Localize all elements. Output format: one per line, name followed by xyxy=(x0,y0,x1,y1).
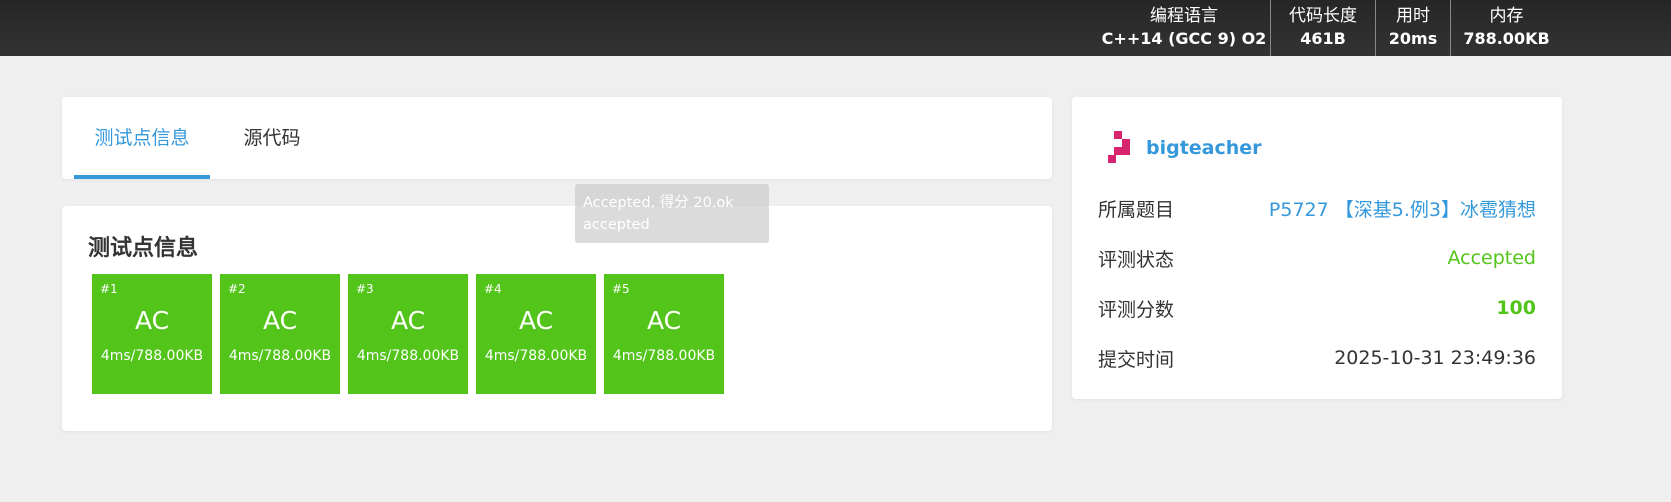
submit-time-label: 提交时间 xyxy=(1098,348,1175,371)
status-label: 评测状态 xyxy=(1098,248,1175,271)
test-case-time-memory: 4ms/788.00KB xyxy=(356,348,460,364)
test-case-time-memory: 4ms/788.00KB xyxy=(100,348,204,364)
test-case[interactable]: #2 AC 4ms/788.00KB xyxy=(220,274,340,394)
test-case[interactable]: #3 AC 4ms/788.00KB xyxy=(348,274,468,394)
test-case[interactable]: #5 AC 4ms/788.00KB xyxy=(604,274,724,394)
username-link[interactable]: bigteacher xyxy=(1146,137,1262,159)
submission-stats: 编程语言 C++14 (GCC 9) O2 代码长度 461B 用时 20ms … xyxy=(1098,0,1562,56)
test-case-result: AC xyxy=(390,306,426,335)
tabs-card: 测试点信息 源代码 xyxy=(62,97,1052,179)
test-case-tooltip: Accepted, 得分 20.ok accepted xyxy=(575,184,769,243)
test-cases-title: 测试点信息 xyxy=(88,236,199,261)
stat-memory-label: 内存 xyxy=(1489,6,1524,26)
test-case-result: AC xyxy=(134,306,170,335)
problem-row: 所属题目 P5727 【深基5.例3】冰雹猜想 xyxy=(1098,193,1536,223)
test-case-result: AC xyxy=(646,306,682,335)
test-case-result: AC xyxy=(262,306,298,335)
test-cases-card: 测试点信息 #1 AC 4ms/788.00KB #2 AC 4ms/788.0… xyxy=(62,206,1052,431)
stat-language-value: C++14 (GCC 9) O2 xyxy=(1101,29,1267,48)
problem-label: 所属题目 xyxy=(1098,198,1175,221)
status-row: 评测状态 Accepted xyxy=(1098,243,1536,273)
score-value: 100 xyxy=(1496,297,1536,319)
test-case[interactable]: #4 AC 4ms/788.00KB xyxy=(476,274,596,394)
stat-code-length: 代码长度 461B xyxy=(1270,0,1375,56)
test-case[interactable]: #1 AC 4ms/788.00KB xyxy=(92,274,212,394)
pixel-avatar-icon xyxy=(1108,131,1136,165)
stat-code-length-label: 代码长度 xyxy=(1289,6,1357,26)
stat-time: 用时 20ms xyxy=(1375,0,1450,56)
tab-test-info[interactable]: 测试点信息 xyxy=(74,97,210,179)
problem-link[interactable]: P5727 【深基5.例3】冰雹猜想 xyxy=(1269,195,1536,222)
score-label: 评测分数 xyxy=(1098,298,1175,321)
test-case-time-memory: 4ms/788.00KB xyxy=(484,348,588,364)
test-case-result: AC xyxy=(518,306,554,335)
stat-time-label: 用时 xyxy=(1396,6,1430,26)
submission-info-card: bigteacher 所属题目 P5727 【深基5.例3】冰雹猜想 评测状态 … xyxy=(1072,97,1562,399)
test-case-number: #1 xyxy=(100,282,118,296)
user-info[interactable]: bigteacher xyxy=(1108,131,1262,165)
test-case-time-memory: 4ms/788.00KB xyxy=(612,348,716,364)
stat-time-value: 20ms xyxy=(1388,29,1438,48)
tab-source-code[interactable]: 源代码 xyxy=(222,97,322,179)
stat-language: 编程语言 C++14 (GCC 9) O2 xyxy=(1098,0,1270,56)
submit-time-value: 2025-10-31 23:49:36 xyxy=(1334,347,1536,369)
stat-memory-value: 788.00KB xyxy=(1463,29,1550,48)
stat-language-label: 编程语言 xyxy=(1150,6,1218,26)
test-case-time-memory: 4ms/788.00KB xyxy=(228,348,332,364)
top-header: 编程语言 C++14 (GCC 9) O2 代码长度 461B 用时 20ms … xyxy=(0,0,1671,56)
test-case-number: #4 xyxy=(484,282,502,296)
test-case-number: #2 xyxy=(228,282,246,296)
stat-code-length-value: 461B xyxy=(1300,29,1346,48)
score-row: 评测分数 100 xyxy=(1098,293,1536,323)
status-value: Accepted xyxy=(1447,247,1536,269)
stat-memory: 内存 788.00KB xyxy=(1450,0,1562,56)
tooltip-line-2: accepted xyxy=(583,217,650,233)
submit-time-row: 提交时间 2025-10-31 23:49:36 xyxy=(1098,343,1536,373)
test-case-number: #3 xyxy=(356,282,374,296)
tooltip-line-1: Accepted, 得分 20.ok xyxy=(583,195,734,211)
test-case-number: #5 xyxy=(612,282,630,296)
